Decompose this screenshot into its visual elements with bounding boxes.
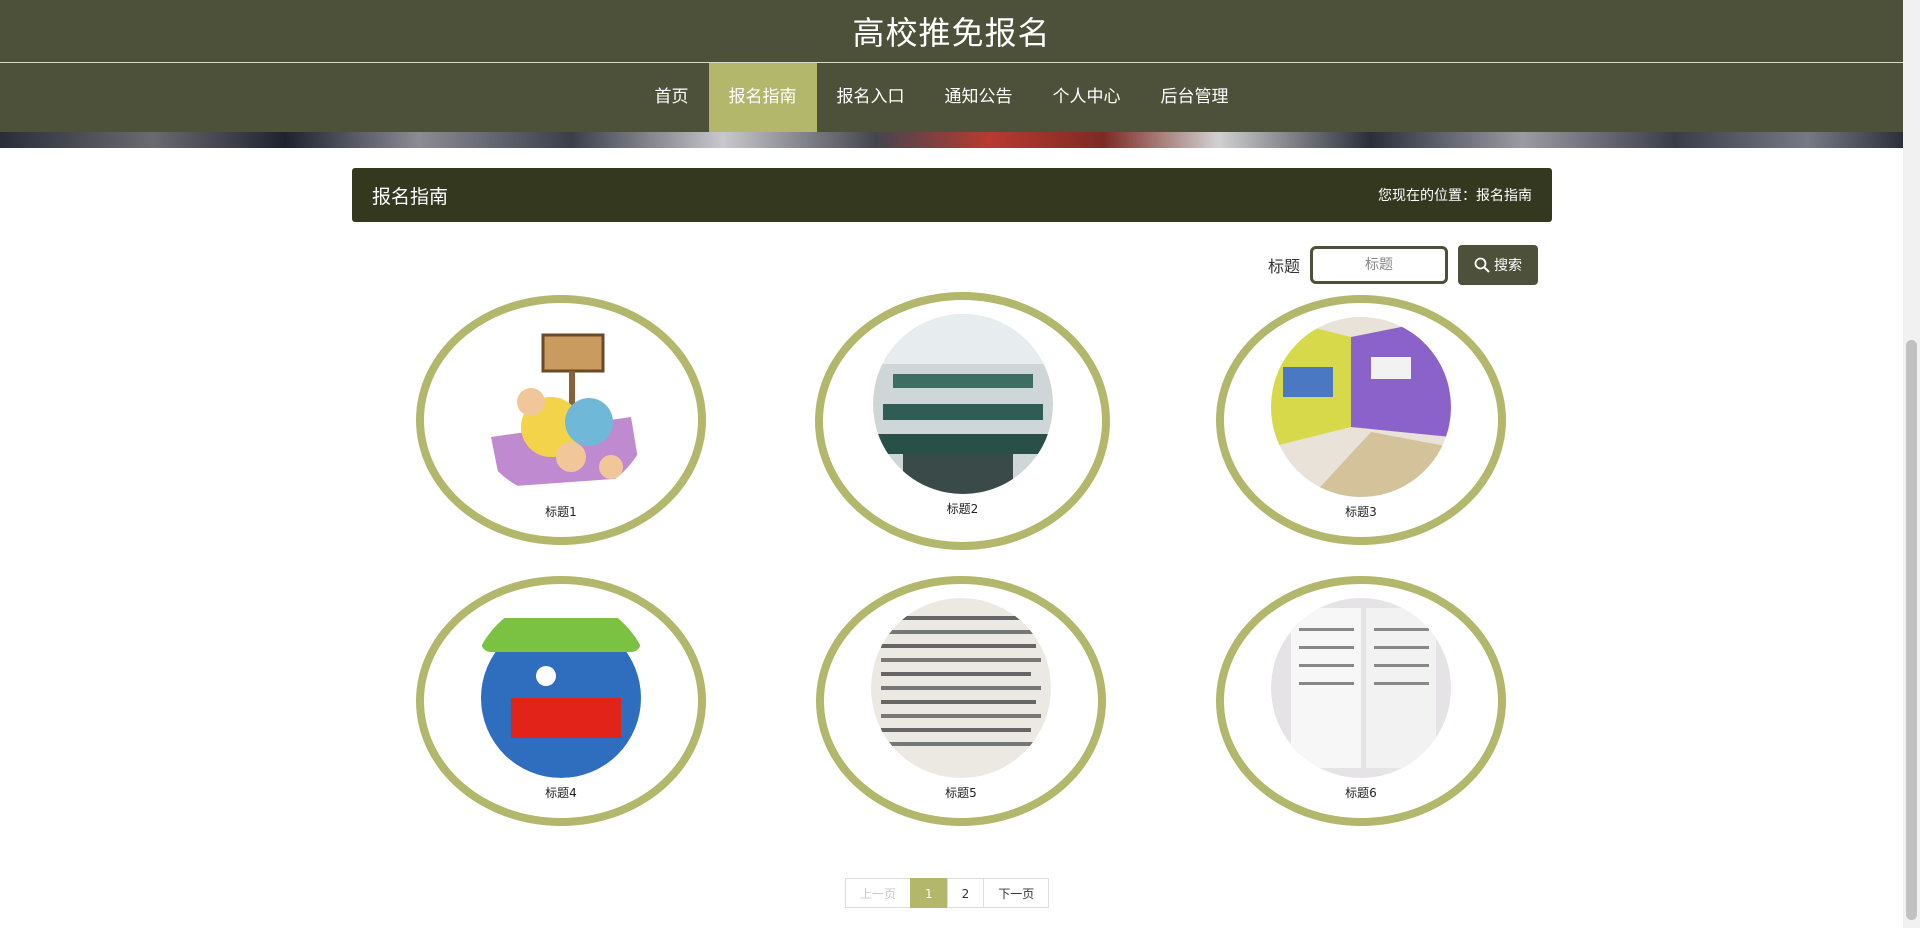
page-2-button[interactable]: 2 (946, 878, 985, 908)
pagination: 上一页 1 2 下一页 (845, 878, 1050, 908)
colorful-classroom-photo (1271, 317, 1451, 497)
search-input[interactable] (1310, 246, 1449, 284)
card-title: 标题1 (545, 505, 577, 519)
nav-registration[interactable]: 报名入口 (817, 63, 925, 132)
search-button[interactable]: 搜索 (1458, 245, 1539, 285)
card-title: 标题6 (1345, 786, 1377, 800)
card-image (871, 598, 1051, 778)
nav-home[interactable]: 首页 (635, 63, 709, 132)
guide-card-3[interactable]: 标题3 (1216, 295, 1506, 545)
guide-card-5[interactable]: 标题5 (816, 576, 1106, 826)
card-image (872, 314, 1053, 494)
guide-card-2[interactable]: 标题2 (815, 292, 1110, 550)
page-1-button[interactable]: 1 (910, 878, 948, 908)
section-title: 报名指南 (372, 185, 449, 208)
card-image (1271, 317, 1451, 497)
exam-paper-photo (1271, 598, 1451, 778)
guide-card-6[interactable]: 标题6 (1216, 576, 1506, 826)
card-image (471, 317, 651, 497)
card-image (471, 598, 651, 778)
next-page-button[interactable]: 下一页 (983, 878, 1050, 908)
nav-notices[interactable]: 通知公告 (925, 63, 1033, 132)
english-is-fun-illustration (471, 598, 651, 778)
card-title: 标题3 (1345, 505, 1377, 519)
site-header: 高校推免报名 (0, 0, 1903, 63)
nav-guide[interactable]: 报名指南 (708, 63, 817, 132)
scrollbar[interactable] (1903, 0, 1920, 928)
search-label: 标题 (1268, 257, 1301, 276)
card-title: 标题4 (545, 786, 577, 800)
textbook-page-photo (871, 598, 1051, 778)
prev-page-button: 上一页 (845, 878, 912, 908)
section-header: 报名指南 您现在的位置：报名指南 (352, 168, 1552, 222)
search-button-label: 搜索 (1494, 258, 1523, 274)
card-title: 标题5 (945, 786, 977, 800)
card-image (1271, 598, 1451, 778)
nav-admin[interactable]: 后台管理 (1141, 63, 1249, 132)
lab-classroom-photo (872, 314, 1053, 494)
card-title: 标题2 (946, 502, 979, 516)
nav-personal-center[interactable]: 个人中心 (1033, 63, 1141, 132)
main-nav: 首页 报名指南 报名入口 通知公告 个人中心 后台管理 (0, 63, 1903, 132)
guide-card-1[interactable]: 标题1 (416, 295, 706, 545)
guide-card-4[interactable]: 标题4 (416, 576, 706, 826)
kids-english-illustration (471, 317, 651, 497)
search-bar: 标题 搜索 (1268, 245, 1539, 285)
site-title: 高校推免报名 (852, 14, 1051, 52)
breadcrumb: 您现在的位置：报名指南 (1378, 188, 1532, 204)
scrollbar-thumb[interactable] (1906, 340, 1917, 920)
search-icon (1474, 257, 1490, 273)
banner-image-strip (0, 132, 1903, 148)
